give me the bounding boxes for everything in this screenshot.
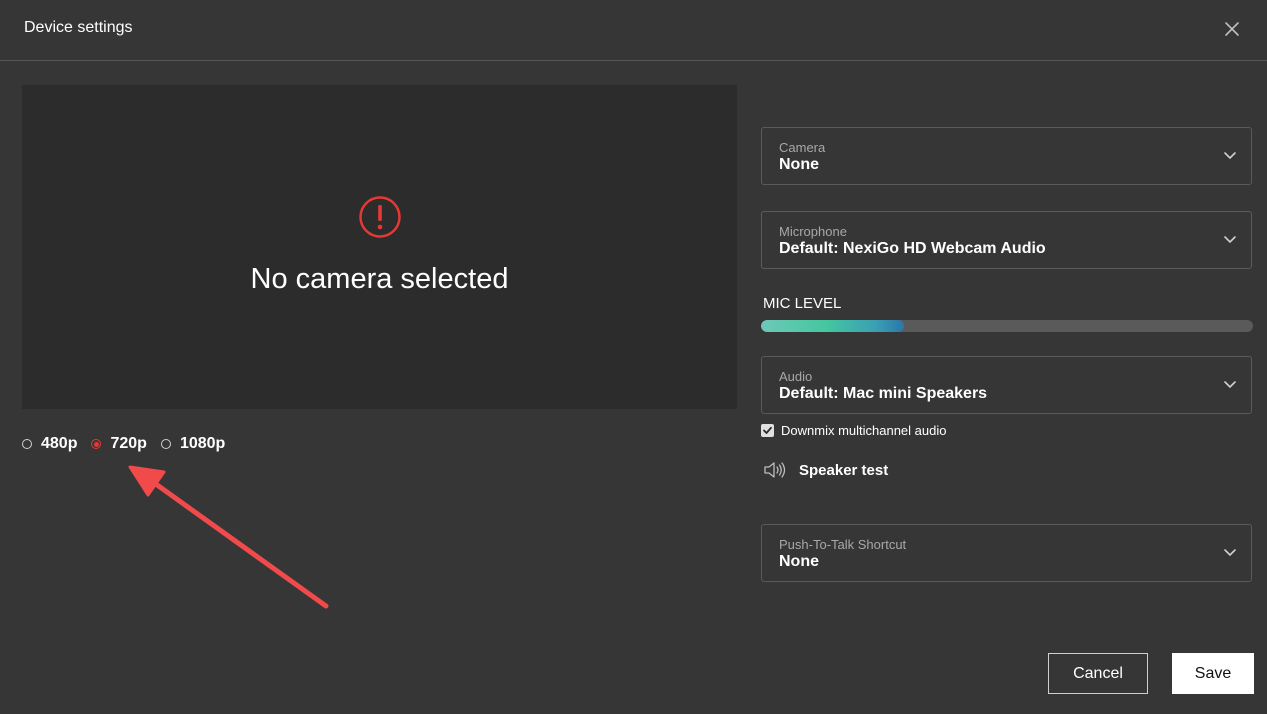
annotation-arrow: [128, 465, 329, 609]
push-to-talk-value: None: [779, 553, 819, 570]
chevron-down-icon: [1224, 381, 1236, 389]
audio-select-label: Audio: [779, 369, 813, 384]
mic-level-fill: [761, 320, 904, 332]
downmix-label: Downmix multichannel audio: [781, 423, 947, 438]
resolution-option-720p[interactable]: 720p: [91, 435, 147, 453]
microphone-select-value: Default: NexiGo HD Webcam Audio: [779, 240, 1046, 257]
speaker-icon: [764, 462, 786, 478]
downmix-checkbox[interactable]: [761, 424, 774, 437]
microphone-select[interactable]: Microphone Default: NexiGo HD Webcam Aud…: [761, 211, 1252, 269]
chevron-down-icon: [1224, 152, 1236, 160]
dialog-header: Device settings: [0, 0, 1267, 61]
radio-480p[interactable]: [22, 439, 32, 449]
radio-720p[interactable]: [91, 439, 102, 449]
mic-level-meter: [761, 320, 1253, 332]
camera-preview: No camera selected: [22, 85, 737, 409]
cancel-button[interactable]: Cancel: [1048, 653, 1148, 694]
speaker-test-label: Speaker test: [799, 461, 889, 479]
device-settings-dialog: Device settings No camera selected 480p …: [0, 0, 1267, 714]
camera-select[interactable]: Camera None: [761, 127, 1252, 185]
chevron-down-icon: [1224, 236, 1236, 244]
push-to-talk-select[interactable]: Push-To-Talk Shortcut None: [761, 524, 1252, 582]
save-button[interactable]: Save: [1172, 653, 1254, 694]
no-camera-message: No camera selected: [250, 263, 509, 295]
resolution-label: 720p: [110, 435, 147, 452]
chevron-down-icon: [1224, 549, 1236, 557]
resolution-label: 480p: [41, 435, 78, 452]
close-icon[interactable]: [1222, 19, 1242, 39]
resolution-options: 480p 720p 1080p: [22, 434, 239, 454]
microphone-select-label: Microphone: [779, 224, 847, 239]
exclamation-circle-icon: [359, 195, 401, 239]
resolution-option-480p[interactable]: 480p: [22, 435, 77, 453]
speaker-test-button[interactable]: Speaker test: [763, 460, 888, 480]
radio-1080p[interactable]: [160, 439, 171, 449]
dialog-title: Device settings: [24, 19, 133, 36]
camera-select-value: None: [779, 156, 819, 173]
audio-select-value: Default: Mac mini Speakers: [779, 385, 988, 402]
audio-output-select[interactable]: Audio Default: Mac mini Speakers: [761, 356, 1252, 414]
resolution-option-1080p[interactable]: 1080p: [160, 435, 226, 453]
push-to-talk-label: Push-To-Talk Shortcut: [779, 537, 907, 552]
downmix-option[interactable]: Downmix multichannel audio: [761, 423, 946, 438]
resolution-label: 1080p: [179, 435, 226, 452]
camera-select-label: Camera: [779, 140, 826, 155]
mic-level-label: MIC LEVEL: [763, 295, 842, 312]
